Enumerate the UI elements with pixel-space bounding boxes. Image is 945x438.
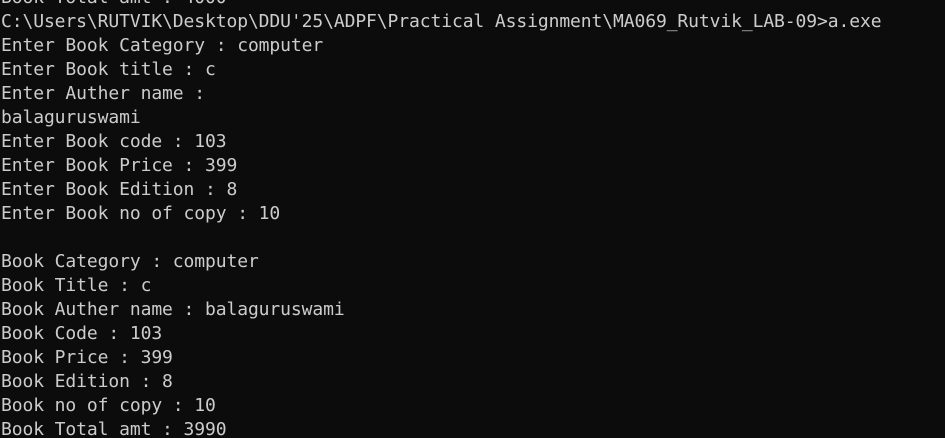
input-prompt-edition: Enter Book Edition : 8 bbox=[1, 179, 238, 200]
output-title: Book Title : c bbox=[1, 275, 152, 296]
output-edition: Book Edition : 8 bbox=[1, 371, 173, 392]
input-prompt-title: Enter Book title : c bbox=[1, 59, 216, 80]
input-prompt-category: Enter Book Category : computer bbox=[1, 35, 324, 56]
terminal-window[interactable]: Book Total amt : 4000 C:\Users\RUTVIK\De… bbox=[0, 0, 945, 438]
input-author-value: balaguruswami bbox=[1, 107, 141, 128]
input-prompt-author: Enter Auther name : bbox=[1, 83, 206, 104]
output-copies: Book no of copy : 10 bbox=[1, 395, 216, 416]
output-category: Book Category : computer bbox=[1, 251, 259, 272]
output-total-amount: Book Total amt : 3990 bbox=[1, 419, 227, 438]
command-prompt-line: C:\Users\RUTVIK\Desktop\DDU'25\ADPF\Prac… bbox=[1, 11, 882, 32]
output-line-previous-total: Book Total amt : 4000 bbox=[1, 0, 941, 10]
output-price: Book Price : 399 bbox=[1, 347, 173, 368]
output-code: Book Code : 103 bbox=[1, 323, 163, 344]
input-prompt-copies: Enter Book no of copy : 10 bbox=[1, 203, 281, 224]
terminal-output: Book Total amt : 4000 C:\Users\RUTVIK\De… bbox=[1, 0, 941, 438]
input-prompt-price: Enter Book Price : 399 bbox=[1, 155, 238, 176]
input-prompt-code: Enter Book code : 103 bbox=[1, 131, 227, 152]
output-author: Book Auther name : balaguruswami bbox=[1, 299, 345, 320]
